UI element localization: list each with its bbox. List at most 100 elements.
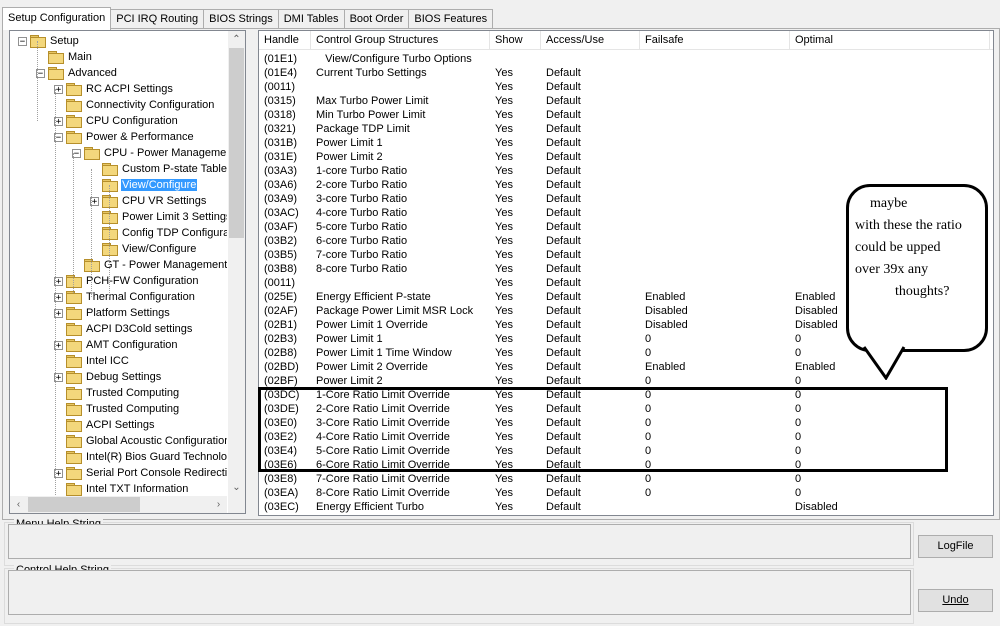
- tree-item-label: Config TDP Configurations: [122, 227, 227, 239]
- tree-item[interactable]: + Serial Port Console Redirection: [54, 465, 227, 481]
- control-help-box: [8, 570, 911, 615]
- tree-item[interactable]: − CPU - Power Management: [72, 145, 227, 161]
- column-header-failsafe[interactable]: Failsafe: [640, 31, 790, 49]
- table-row[interactable]: (03EC) Energy Efficient Turbo Yes Default Di…: [259, 500, 993, 514]
- tree-item[interactable]: Main: [36, 49, 93, 65]
- tree-item[interactable]: View/Configure: [90, 241, 197, 257]
- column-header-optimal[interactable]: Optimal: [790, 31, 990, 49]
- tree-item[interactable]: ACPI Settings: [54, 417, 155, 433]
- tree-item[interactable]: ACPI D3Cold settings: [54, 321, 193, 337]
- undo-button[interactable]: Undo: [918, 589, 993, 612]
- tree-item[interactable]: + PCH-FW Configuration: [54, 273, 199, 289]
- table-cell: [541, 52, 640, 66]
- tree-item[interactable]: + CPU VR Settings: [90, 193, 207, 209]
- folder-icon: [66, 451, 82, 464]
- tree-hscroll-thumb[interactable]: [28, 497, 140, 512]
- tree-item[interactable]: + RC ACPI Settings: [54, 81, 174, 97]
- annotation-text: maybe with these the ratio could be uppe…: [855, 193, 995, 303]
- table-row[interactable]: (03EA) 8-Core Ratio Limit Override Yes Defa…: [259, 486, 993, 500]
- table-row[interactable]: (031B) Power Limit 1 Yes Default: [259, 136, 993, 150]
- table-cell: [640, 108, 790, 122]
- table-cell: Yes: [495, 95, 513, 107]
- scroll-up-arrow-icon[interactable]: ⌃: [228, 31, 245, 48]
- folder-icon: [66, 99, 82, 112]
- table-cell: Enabled: [645, 361, 686, 373]
- tree-item[interactable]: + Thermal Configuration: [54, 289, 196, 305]
- tree-item[interactable]: Intel(R) Bios Guard Technology: [54, 449, 227, 465]
- tab-bios-strings[interactable]: BIOS Strings: [203, 9, 279, 29]
- column-header-access-use[interactable]: Access/Use: [541, 31, 640, 49]
- setup-tree[interactable]: − Setup Main − Advanced + RC ACPI Settings Conn…: [9, 30, 246, 514]
- column-header-control-group-structures[interactable]: Control Group Structures: [311, 31, 490, 49]
- tree-item[interactable]: − Advanced: [36, 65, 118, 81]
- tree-horizontal-scrollbar[interactable]: ‹ ›: [10, 496, 227, 513]
- table-cell: Default: [546, 67, 581, 79]
- scroll-down-arrow-icon[interactable]: ⌄: [228, 479, 245, 496]
- table-row[interactable]: (0011) Yes Default: [259, 80, 993, 94]
- collapse-icon[interactable]: −: [18, 36, 27, 46]
- table-cell: Default: [546, 305, 581, 317]
- tree-item[interactable]: GT - Power Management: [72, 257, 227, 273]
- table-row[interactable]: (031E) Power Limit 2 Yes Default: [259, 150, 993, 164]
- tree-item[interactable]: + Platform Settings: [54, 305, 171, 321]
- table-row[interactable]: (01E1) View/Configure Turbo Options: [259, 52, 993, 66]
- folder-icon: [66, 483, 82, 496]
- table-cell: (03AC): [264, 207, 299, 219]
- table-row[interactable]: (03E8) 7-Core Ratio Limit Override Yes Defa…: [259, 472, 993, 486]
- folder-icon: [84, 147, 100, 160]
- tree-item[interactable]: − Setup: [18, 33, 80, 49]
- tab-dmi-tables[interactable]: DMI Tables: [277, 9, 345, 29]
- table-row[interactable]: (0321) Package TDP Limit Yes Default: [259, 122, 993, 136]
- column-header-show[interactable]: Show: [490, 31, 541, 49]
- tab-bios-features[interactable]: BIOS Features: [408, 9, 494, 29]
- tree-item[interactable]: + Debug Settings: [54, 369, 162, 385]
- table-row[interactable]: (03A3) 1-core Turbo Ratio Yes Default: [259, 164, 993, 178]
- table-cell: [790, 52, 990, 66]
- tree-item[interactable]: Custom P-state Table: [90, 161, 227, 177]
- tree-item[interactable]: + AMT Configuration: [54, 337, 179, 353]
- tree-vertical-scrollbar[interactable]: ⌃ ⌄: [228, 31, 245, 496]
- tree-item[interactable]: − Power & Performance: [54, 129, 195, 145]
- tree-item[interactable]: Power Limit 3 Settings: [90, 209, 227, 225]
- tree-item[interactable]: Trusted Computing: [54, 385, 180, 401]
- table-cell: Enabled: [645, 291, 686, 303]
- tree-item-label: Trusted Computing: [86, 403, 180, 415]
- table-row[interactable]: (0315) Max Turbo Power Limit Yes Default: [259, 94, 993, 108]
- table-cell: Default: [546, 95, 581, 107]
- table-cell: (025E): [264, 291, 298, 303]
- table-cell: [640, 66, 790, 80]
- table-cell: [640, 206, 790, 220]
- table-row[interactable]: (0318) Min Turbo Power Limit Yes Default: [259, 108, 993, 122]
- tab-strip: Setup Configuration PCI IRQ Routing BIOS S…: [2, 7, 494, 30]
- folder-icon: [66, 339, 82, 352]
- tree-item[interactable]: View/Configure: [90, 177, 198, 193]
- tab-boot-order[interactable]: Boot Order: [343, 9, 410, 29]
- table-cell: [640, 164, 790, 178]
- column-header-handle[interactable]: Handle: [259, 31, 311, 49]
- table-cell: Default: [546, 291, 581, 303]
- tree-item[interactable]: Intel TXT Information: [54, 481, 189, 496]
- table-cell: (03EC): [264, 501, 299, 513]
- folder-icon: [102, 211, 118, 224]
- tree-item[interactable]: Intel ICC: [54, 353, 130, 369]
- table-cell: [311, 276, 490, 290]
- annotation-line: with these the ratio: [855, 218, 962, 233]
- table-cell: (0321): [264, 123, 296, 135]
- table-cell: Default: [546, 263, 581, 275]
- table-row[interactable]: (01E4) Current Turbo Settings Yes Default: [259, 66, 993, 80]
- tab-pci-irq-routing[interactable]: PCI IRQ Routing: [110, 9, 205, 29]
- table-cell: (02B1): [264, 319, 298, 331]
- scroll-left-arrow-icon[interactable]: ‹: [10, 496, 27, 513]
- tree-item[interactable]: Config TDP Configurations: [90, 225, 227, 241]
- tree-item[interactable]: Global Acoustic Configuration: [54, 433, 227, 449]
- table-cell: 5-core Turbo Ratio: [316, 221, 408, 233]
- tree-item[interactable]: + CPU Configuration: [54, 113, 179, 129]
- tree-item[interactable]: Connectivity Configuration: [54, 97, 215, 113]
- tree-vscroll-thumb[interactable]: [229, 48, 244, 238]
- logfile-button[interactable]: LogFile: [918, 535, 993, 558]
- tree-item[interactable]: Trusted Computing: [54, 401, 180, 417]
- scroll-right-arrow-icon[interactable]: ›: [210, 496, 227, 513]
- folder-icon: [48, 51, 64, 64]
- table-cell: [640, 248, 790, 262]
- tab-setup-configuration[interactable]: Setup Configuration: [2, 7, 112, 30]
